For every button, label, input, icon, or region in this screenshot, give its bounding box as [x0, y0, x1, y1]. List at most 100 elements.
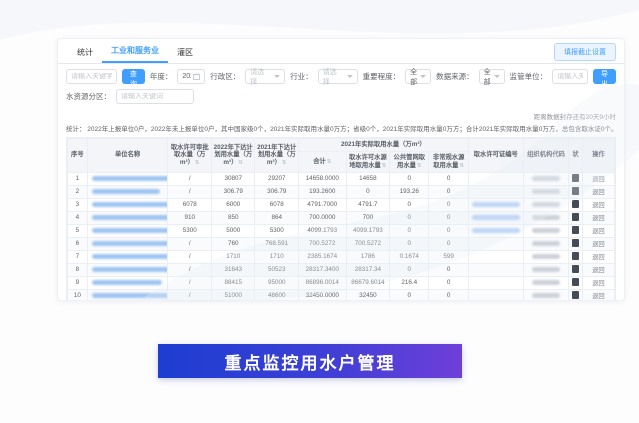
chevron-down-icon [420, 75, 426, 78]
actual-unconv-cell: 0 [429, 185, 468, 198]
return-action-link[interactable]: 退回 [592, 280, 605, 287]
return-action-link[interactable]: 退回 [592, 189, 605, 196]
return-action-link[interactable]: 退回 [592, 293, 605, 300]
actual-source-cell: 14658 [346, 172, 390, 185]
approved-intake-cell: 5300 [168, 224, 212, 237]
report-status-cell [569, 211, 582, 224]
report-status-stamp-icon [572, 226, 579, 234]
filter-row-1: 查询 年度： 行政区： 请选择 行业： 请选择 重要程度： 全部 数据来源： [66, 69, 616, 84]
permit-no-cell [468, 172, 523, 185]
report-status-stamp-icon [572, 265, 579, 273]
basin-input-wrap [116, 89, 194, 104]
col-actual-source[interactable]: 取水许可水源地取用水量 [346, 151, 390, 172]
actual-public-cell: 0 [390, 263, 429, 276]
col-index[interactable]: 序号 [68, 139, 88, 173]
actual-source-cell: 4791.7 [346, 198, 390, 211]
actual-unconv-cell: 0 [429, 172, 468, 185]
col-actions: 操作 [582, 139, 614, 173]
tab-bar: 统计 工业和服务业 灌区 填报截止设置 [58, 39, 624, 64]
actual-public-cell: 216.4 [390, 276, 429, 289]
deadline-setting-button[interactable]: 填报截止设置 [554, 43, 616, 61]
actual-total-cell: 32450.0000 [298, 289, 346, 301]
keyword-input-wrap [66, 69, 117, 84]
col-group-actual-2021: 2021年实际取用水量（万m³） [298, 139, 468, 152]
return-action-link[interactable]: 退回 [592, 267, 605, 274]
permit-link-redacted[interactable] [472, 202, 520, 207]
unit-name-redacted [87, 185, 168, 198]
col-plan-2021[interactable]: 2021年下达计划用水量（万m³） [255, 139, 299, 173]
report-status-cell [569, 172, 582, 185]
table-row: 10/510004860032450.00003245000退回 [68, 289, 615, 301]
table-row: 55300500053004099.17934099.179300退回 [68, 224, 615, 237]
report-status-cell [569, 237, 582, 250]
keyword-input[interactable] [71, 73, 112, 80]
report-status-stamp-icon [572, 239, 579, 247]
tab-irrigation[interactable]: 灌区 [168, 41, 202, 63]
col-actual-total[interactable]: 合计 [298, 151, 346, 172]
calendar-icon [193, 73, 200, 80]
return-action-link[interactable]: 退回 [592, 254, 605, 261]
return-action-link[interactable]: 退回 [592, 202, 605, 209]
table-row: 4910850864700.000070000退回 [68, 211, 615, 224]
page: { "page": { "banner_title": "重点监控用水户管理" … [0, 0, 639, 423]
col-actual-public-network[interactable]: 公共管网取用水量 [390, 151, 429, 172]
return-action-link[interactable]: 退回 [592, 241, 605, 248]
table-row: 9/884159500086896.001486679.6014216.40退回 [68, 276, 615, 289]
return-action-link[interactable]: 退回 [592, 228, 605, 235]
col-unit-name[interactable]: 单位名称 [87, 139, 168, 173]
approved-intake-cell: / [168, 237, 212, 250]
col-permit-no[interactable]: 取水许可证编号 [468, 139, 523, 173]
supervisor-label: 监管单位： [510, 71, 548, 82]
col-actual-unconventional[interactable]: 非常规水源取用水量 [429, 151, 468, 172]
tab-industry-services[interactable]: 工业和服务业 [102, 39, 168, 63]
col-plan-2022[interactable]: 2022年下达计划用水量（万m³） [211, 139, 255, 173]
col-report-status[interactable]: 状 [569, 139, 582, 173]
table-row: 8/316435052328317.340028317.3400退回 [68, 263, 615, 276]
report-status-cell [569, 276, 582, 289]
supervisor-input[interactable] [557, 73, 583, 80]
col-org-code[interactable]: 组织机构代码 [523, 139, 569, 173]
data-source-select[interactable]: 全部 [479, 69, 505, 84]
return-action-link[interactable]: 退回 [592, 176, 605, 183]
actual-public-cell: 0.1674 [390, 250, 429, 263]
permit-no-cell [468, 289, 523, 301]
row-index: 6 [68, 237, 88, 250]
export-button[interactable]: 导出 [593, 69, 616, 84]
unit-name-redacted [87, 172, 168, 185]
unit-name-redacted [87, 237, 168, 250]
permit-link-redacted[interactable] [472, 228, 520, 233]
row-index: 9 [68, 276, 88, 289]
row-index: 10 [68, 289, 88, 301]
actual-unconv-cell: 599 [429, 250, 468, 263]
row-index: 7 [68, 250, 88, 263]
industry-select[interactable]: 请选择 [318, 69, 358, 84]
permit-link-redacted[interactable] [472, 215, 520, 220]
org-code-redacted [523, 289, 569, 301]
page-title-banner: 重点监控用水户管理 [158, 344, 462, 378]
region-select[interactable]: 请选择 [245, 69, 285, 84]
plan-2022-cell: 30807 [211, 172, 255, 185]
approved-intake-cell: / [168, 289, 212, 301]
actual-total-cell: 2385.1674 [298, 250, 346, 263]
permit-no-cell [468, 250, 523, 263]
plan-2021-cell: 29207 [255, 172, 299, 185]
row-actions-cell: 退回 [582, 198, 614, 211]
report-status-stamp-icon [572, 174, 579, 182]
data-table: 序号 单位名称 取水许可审批取水量（万m³） 2022年下达计划用水量（万m³）… [67, 138, 615, 301]
seal-countdown-text: 距离数据封存还有20天9小时 [66, 109, 616, 122]
plan-2022-cell: 51000 [211, 289, 255, 301]
org-code-redacted [523, 172, 569, 185]
actual-total-cell: 4791.7000 [298, 198, 346, 211]
tab-statistics[interactable]: 统计 [68, 41, 102, 63]
actual-public-cell: 0 [390, 172, 429, 185]
col-approved-intake[interactable]: 取水许可审批取水量（万m³） [168, 139, 212, 173]
actual-public-cell: 0 [390, 224, 429, 237]
importance-select[interactable]: 全部 [405, 69, 431, 84]
basin-input[interactable] [121, 93, 189, 100]
chevron-down-icon [274, 75, 280, 78]
return-action-link[interactable]: 退回 [592, 215, 605, 222]
plan-2022-cell: 760 [211, 237, 255, 250]
year-input[interactable] [182, 73, 191, 80]
row-actions-cell: 退回 [582, 224, 614, 237]
search-button[interactable]: 查询 [122, 69, 145, 84]
